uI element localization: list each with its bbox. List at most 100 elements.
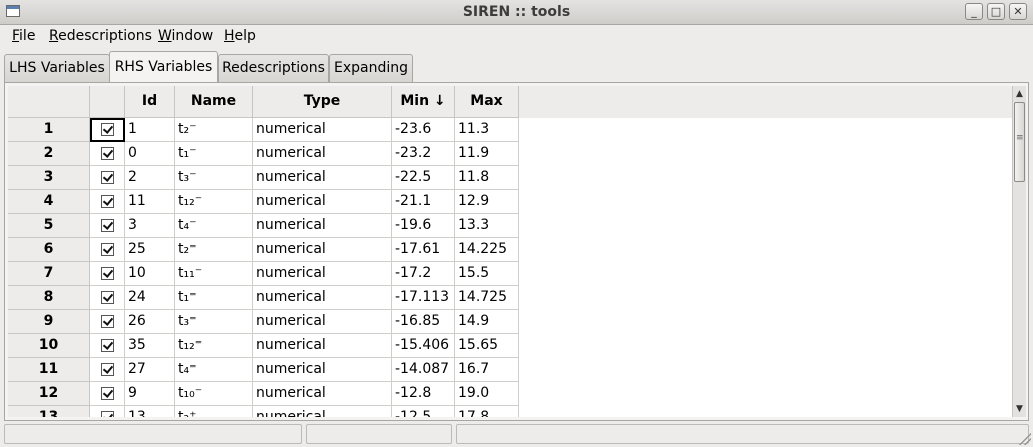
- cell-min[interactable]: -12.5: [392, 406, 455, 417]
- table-row[interactable]: 5 3 t₄⁻ numerical -19.6 13.3: [8, 214, 519, 238]
- cell-max[interactable]: 11.3: [455, 118, 519, 142]
- cell-max[interactable]: 15.65: [455, 334, 519, 358]
- row-number[interactable]: 12: [8, 382, 90, 406]
- row-number[interactable]: 7: [8, 262, 90, 286]
- checked-checkbox-icon[interactable]: [100, 171, 114, 184]
- cell-max[interactable]: 11.8: [455, 166, 519, 190]
- column-header-min[interactable]: Min ↓: [392, 86, 455, 118]
- enabled-checkbox-cell[interactable]: [90, 238, 125, 262]
- cell-type[interactable]: numerical: [253, 286, 392, 310]
- checked-checkbox-icon[interactable]: [100, 315, 114, 328]
- cell-min[interactable]: -17.61: [392, 238, 455, 262]
- cell-id[interactable]: 2: [125, 166, 175, 190]
- cell-min[interactable]: -22.5: [392, 166, 455, 190]
- checked-checkbox-icon[interactable]: [100, 291, 114, 304]
- cell-id[interactable]: 11: [125, 190, 175, 214]
- row-number[interactable]: 6: [8, 238, 90, 262]
- cell-type[interactable]: numerical: [253, 190, 392, 214]
- enabled-checkbox-cell[interactable]: [90, 214, 125, 238]
- cell-type[interactable]: numerical: [253, 142, 392, 166]
- cell-id[interactable]: 3: [125, 214, 175, 238]
- row-number[interactable]: 4: [8, 190, 90, 214]
- cell-min[interactable]: -23.2: [392, 142, 455, 166]
- cell-name[interactable]: t₂⁻: [175, 118, 253, 142]
- cell-type[interactable]: numerical: [253, 166, 392, 190]
- cell-min[interactable]: -19.6: [392, 214, 455, 238]
- cell-id[interactable]: 13: [125, 406, 175, 417]
- table-row[interactable]: 12 9 t₁₀⁻ numerical -12.8 19.0: [8, 382, 519, 406]
- cell-name[interactable]: t₄⁻: [175, 214, 253, 238]
- row-number[interactable]: 8: [8, 286, 90, 310]
- checked-checkbox-icon[interactable]: [100, 123, 114, 136]
- checked-checkbox-icon[interactable]: [100, 195, 114, 208]
- menu-file[interactable]: File: [12, 28, 35, 44]
- table-row[interactable]: 7 10 t₁₁⁻ numerical -17.2 15.5: [8, 262, 519, 286]
- cell-name[interactable]: t₁⁼: [175, 286, 253, 310]
- cell-id[interactable]: 24: [125, 286, 175, 310]
- table-row[interactable]: 2 0 t₁⁻ numerical -23.2 11.9: [8, 142, 519, 166]
- cell-type[interactable]: numerical: [253, 214, 392, 238]
- row-number[interactable]: 13: [8, 406, 90, 417]
- enabled-checkbox-cell[interactable]: [90, 310, 125, 334]
- cell-name[interactable]: t₁₀⁻: [175, 382, 253, 406]
- cell-type[interactable]: numerical: [253, 262, 392, 286]
- scroll-down-icon[interactable]: ▼: [1013, 402, 1026, 416]
- table-row[interactable]: 8 24 t₁⁼ numerical -17.113 14.725: [8, 286, 519, 310]
- minimize-button[interactable]: _: [965, 3, 983, 20]
- cell-min[interactable]: -14.087: [392, 358, 455, 382]
- enabled-checkbox-cell[interactable]: [90, 262, 125, 286]
- cell-max[interactable]: 14.9: [455, 310, 519, 334]
- close-button[interactable]: ✕: [1009, 3, 1027, 20]
- table-row[interactable]: 9 26 t₃⁼ numerical -16.85 14.9: [8, 310, 519, 334]
- table-row[interactable]: 11 27 t₄⁼ numerical -14.087 16.7: [8, 358, 519, 382]
- resize-grip-icon[interactable]: [1019, 433, 1031, 445]
- cell-id[interactable]: 10: [125, 262, 175, 286]
- cell-type[interactable]: numerical: [253, 382, 392, 406]
- cell-name[interactable]: t₄⁼: [175, 358, 253, 382]
- cell-id[interactable]: 35: [125, 334, 175, 358]
- cell-max[interactable]: 12.9: [455, 190, 519, 214]
- cell-max[interactable]: 13.3: [455, 214, 519, 238]
- cell-name[interactable]: t₂⁺: [175, 406, 253, 417]
- scroll-up-icon[interactable]: ▲: [1013, 87, 1026, 101]
- enabled-checkbox-cell[interactable]: [90, 334, 125, 358]
- tab-expanding[interactable]: Expanding: [329, 54, 413, 82]
- cell-id[interactable]: 1: [125, 118, 175, 142]
- cell-min[interactable]: -23.6: [392, 118, 455, 142]
- cell-type[interactable]: numerical: [253, 118, 392, 142]
- column-header-max[interactable]: Max: [455, 86, 519, 118]
- row-number[interactable]: 1: [8, 118, 90, 142]
- checked-checkbox-icon[interactable]: [100, 243, 114, 256]
- column-header-id[interactable]: Id: [125, 86, 175, 118]
- table-row[interactable]: 6 25 t₂⁼ numerical -17.61 14.225: [8, 238, 519, 262]
- row-number[interactable]: 2: [8, 142, 90, 166]
- enabled-checkbox-cell[interactable]: [90, 382, 125, 406]
- cell-min[interactable]: -17.2: [392, 262, 455, 286]
- row-number[interactable]: 10: [8, 334, 90, 358]
- row-number[interactable]: 3: [8, 166, 90, 190]
- checked-checkbox-icon[interactable]: [100, 411, 114, 417]
- cell-name[interactable]: t₂⁼: [175, 238, 253, 262]
- cell-min[interactable]: -21.1: [392, 190, 455, 214]
- row-number[interactable]: 9: [8, 310, 90, 334]
- column-header-enabled[interactable]: [90, 86, 125, 118]
- cell-type[interactable]: numerical: [253, 406, 392, 417]
- cell-id[interactable]: 26: [125, 310, 175, 334]
- column-header-type[interactable]: Type: [253, 86, 392, 118]
- cell-id[interactable]: 0: [125, 142, 175, 166]
- table-row[interactable]: 10 35 t₁₂⁼ numerical -15.406 15.65: [8, 334, 519, 358]
- cell-name[interactable]: t₃⁼: [175, 310, 253, 334]
- cell-id[interactable]: 25: [125, 238, 175, 262]
- cell-type[interactable]: numerical: [253, 358, 392, 382]
- table-row[interactable]: 4 11 t₁₂⁻ numerical -21.1 12.9: [8, 190, 519, 214]
- checked-checkbox-icon[interactable]: [100, 267, 114, 280]
- cell-id[interactable]: 27: [125, 358, 175, 382]
- cell-type[interactable]: numerical: [253, 310, 392, 334]
- tab-rhs-variables[interactable]: RHS Variables: [109, 51, 218, 83]
- cell-max[interactable]: 17.8: [455, 406, 519, 417]
- cell-max[interactable]: 14.225: [455, 238, 519, 262]
- cell-min[interactable]: -17.113: [392, 286, 455, 310]
- enabled-checkbox-cell[interactable]: [90, 118, 125, 142]
- variables-grid[interactable]: Id Name Type Min ↓ Max 1 1 t₂⁻ numerical -23…: [8, 86, 1012, 417]
- enabled-checkbox-cell[interactable]: [90, 190, 125, 214]
